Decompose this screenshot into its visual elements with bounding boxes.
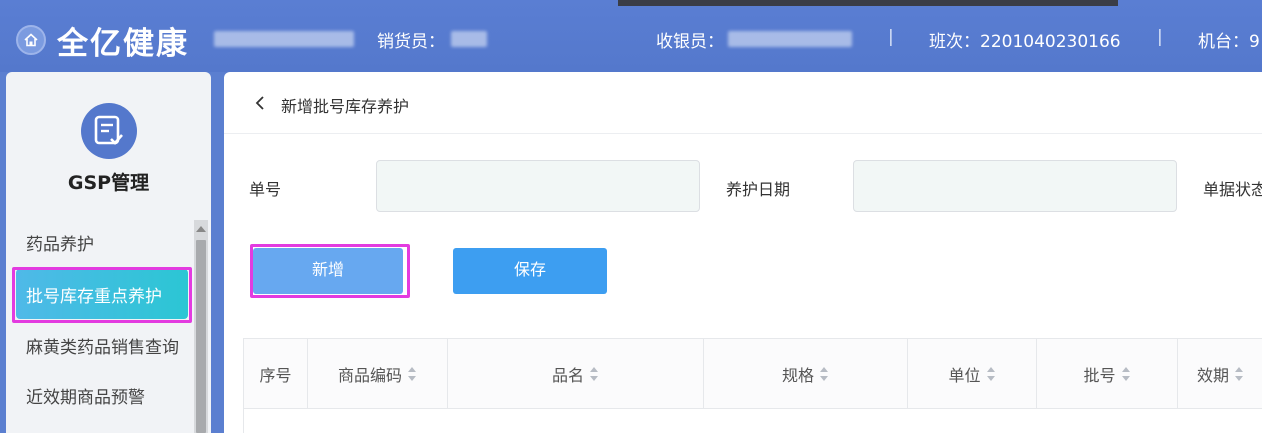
column-header-label: 序号 <box>259 365 292 385</box>
home-icon[interactable] <box>16 25 46 55</box>
sidebar-item-ephedrine-sales[interactable]: 麻黄类药品销售查询 <box>26 333 179 358</box>
top-header: 全亿健康 销货员： 收银员： | 班次：2201040230166 | 机台：9 <box>0 0 1262 72</box>
order-no-label: 单号 <box>249 180 282 199</box>
column-header-label: 品名 <box>551 365 584 385</box>
seller-label: 销货员： <box>377 32 445 52</box>
sidebar-item-drug-care[interactable]: 药品养护 <box>26 230 94 255</box>
column-header[interactable]: 批号 <box>1037 339 1178 409</box>
column-header-label: 规格 <box>781 365 814 385</box>
highlight-box <box>12 267 192 323</box>
column-header[interactable]: 规格 <box>704 339 908 409</box>
sort-icon[interactable] <box>1235 366 1244 381</box>
highlight-box <box>250 244 410 298</box>
sidebar-scrollbar[interactable] <box>194 220 208 433</box>
column-header-label: 批号 <box>1083 365 1116 385</box>
cashier-name-redacted <box>728 31 852 47</box>
sort-icon[interactable] <box>986 366 996 381</box>
sidebar-item-expiry-warning[interactable]: 近效期商品预警 <box>26 383 145 408</box>
column-header[interactable]: 单位 <box>908 339 1037 409</box>
column-header: 序号 <box>244 339 308 409</box>
status-label: 单据状态 <box>1203 180 1262 199</box>
back-arrow-icon[interactable] <box>254 94 266 112</box>
module-title: GSP管理 <box>67 172 150 194</box>
save-button[interactable]: 保存 <box>453 248 607 294</box>
machine-label: 机台：9 <box>1198 32 1260 52</box>
sort-icon[interactable] <box>820 366 829 381</box>
care-date-input[interactable] <box>853 160 1177 212</box>
sort-icon[interactable] <box>408 366 417 381</box>
seller-name-redacted <box>451 31 487 47</box>
column-header[interactable]: 效期 <box>1178 339 1262 409</box>
items-table: 序号 商品编码 品名 规格 单位 批号 效期 <box>243 338 1262 433</box>
window-strip <box>618 0 1118 6</box>
gsp-document-icon <box>81 103 137 159</box>
main-panel: 新增批号库存养护 单号 养护日期 单据状态 新增 保存 序号 商品编码 品名 规… <box>224 72 1262 433</box>
scroll-thumb[interactable] <box>196 240 206 433</box>
column-header-label: 效期 <box>1196 365 1229 385</box>
scroll-up-icon[interactable] <box>196 226 206 232</box>
sidebar: GSP管理 药品养护 批号库存重点养护 麻黄类药品销售查询 近效期商品预警 <box>6 72 211 433</box>
column-header-label: 商品编码 <box>337 365 402 385</box>
care-date-label: 养护日期 <box>726 180 791 199</box>
cashier-label: 收银员： <box>656 32 724 52</box>
column-header-label: 单位 <box>948 365 981 385</box>
page-title: 新增批号库存养护 <box>281 97 410 116</box>
column-header[interactable]: 品名 <box>448 339 704 409</box>
breadcrumb: 新增批号库存养护 <box>224 72 1262 134</box>
separator: | <box>1157 27 1163 47</box>
column-header[interactable]: 商品编码 <box>308 339 448 409</box>
sort-icon[interactable] <box>1121 366 1131 381</box>
store-name-redacted <box>214 31 354 47</box>
order-no-input[interactable] <box>376 160 700 212</box>
brand-name: 全亿健康 <box>57 26 189 62</box>
sort-icon[interactable] <box>590 366 599 381</box>
separator: | <box>888 27 894 47</box>
shift-label: 班次：2201040230166 <box>929 32 1121 52</box>
